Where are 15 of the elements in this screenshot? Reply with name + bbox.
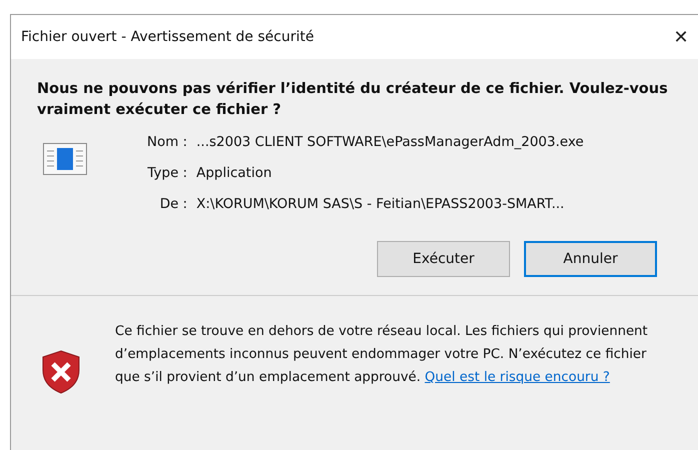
application-icon xyxy=(43,143,87,175)
field-label: Type : xyxy=(147,164,188,183)
field-label: De : xyxy=(158,195,188,214)
dialog-button[interactable]: Annuler xyxy=(524,241,657,277)
field-value: ...s2003 CLIENT SOFTWARE\ePassManagerAdm_2003.exe xyxy=(196,133,584,152)
risk-link[interactable]: Quel est le risque encouru ? xyxy=(424,370,610,385)
field-value: Application xyxy=(196,164,273,183)
dialog-button[interactable]: Exécuter xyxy=(377,241,510,277)
field-label: Nom : xyxy=(147,133,188,152)
warning-heading: Nous ne pouvons pas vérifier l’identité du créateur de ce fichier. Voulez-vous vraiment exécuter ce fichier ? xyxy=(37,80,669,120)
warning-text: Ce fichier se trouve en dehors de votre réseau local. Les fichiers qui proviennent d’emplacements inconnus peuvent endommager votre PC. N’exécutez ce fichier que s’il provient d’un emplacement approuvé. Quel est le risque encouru ? xyxy=(115,323,649,387)
shield-error-icon xyxy=(41,350,81,394)
window-title: Fichier ouvert - Avertissement de sécurité xyxy=(21,29,314,45)
field-value: X:\KORUM\KORUM SAS\S - Feitian\EPASS2003-SMART... xyxy=(196,195,566,214)
close-button[interactable]: ✕ xyxy=(664,26,698,48)
